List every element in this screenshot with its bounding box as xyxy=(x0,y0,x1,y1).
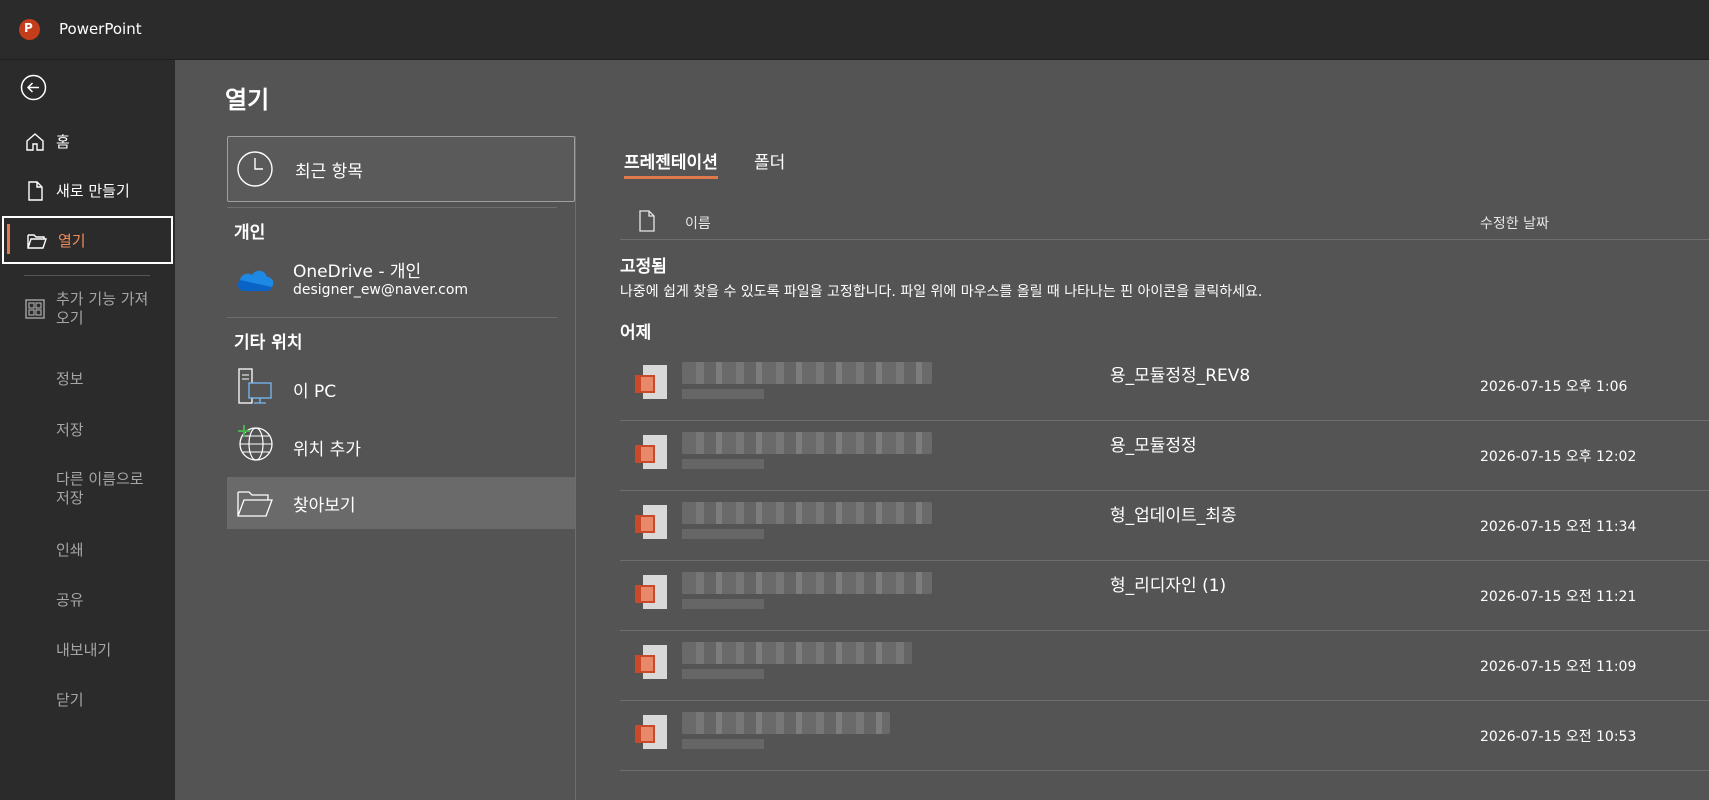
location-add-place[interactable]: 위치 추가 xyxy=(227,419,576,475)
divider xyxy=(227,317,557,318)
file-list-header: 이름 수정한 날짜 xyxy=(620,200,1709,240)
divider xyxy=(227,207,557,208)
blurred-file-location xyxy=(682,599,764,609)
nav-item-save-as[interactable]: 다른 이름으로 저장 xyxy=(56,470,144,508)
location-browse[interactable]: 찾아보기 xyxy=(227,477,576,529)
section-yesterday: 어제 xyxy=(620,323,652,343)
nav-item-share[interactable]: 공유 xyxy=(56,591,84,610)
app-title: PowerPoint xyxy=(59,20,142,38)
file-type-icon xyxy=(638,210,656,236)
onedrive-email: designer_ew@naver.com xyxy=(293,282,469,298)
nav-item-label: 홈 xyxy=(56,132,70,151)
backstage-nav: 홈 새로 만들기 열기 추가 기능 가져 오기 정보 저장 다른 이름으로 저장… xyxy=(0,60,175,800)
pinned-description: 나중에 쉽게 찾을 수 있도록 파일을 고정합니다. 파일 위에 마우스를 올릴… xyxy=(620,284,1263,300)
nav-item-open[interactable]: 열기 xyxy=(2,216,173,264)
nav-item-print[interactable]: 인쇄 xyxy=(56,541,84,560)
nav-separator xyxy=(24,275,150,276)
new-document-icon xyxy=(24,180,46,202)
location-this-pc[interactable]: 이 PC xyxy=(227,361,576,417)
location-label: 위치 추가 xyxy=(293,440,361,460)
nav-item-label: 추가 기능 가져 오기 xyxy=(56,290,149,327)
blurred-file-path xyxy=(682,432,932,454)
file-date: 2026-07-15 오후 1:06 xyxy=(1480,379,1628,395)
column-modified[interactable]: 수정한 날짜 xyxy=(1480,213,1549,233)
file-row[interactable]: 2026-07-15 오전 11:09 xyxy=(620,631,1709,701)
file-name: 형_업데이트_최종 xyxy=(1110,506,1237,526)
file-date: 2026-07-15 오전 11:09 xyxy=(1480,659,1637,675)
blurred-file-location xyxy=(682,389,764,399)
nav-item-save[interactable]: 저장 xyxy=(56,421,84,440)
column-name[interactable]: 이름 xyxy=(685,213,711,233)
home-icon xyxy=(24,131,46,153)
file-date: 2026-07-15 오전 11:34 xyxy=(1480,519,1637,535)
blurred-file-path xyxy=(682,362,932,384)
pptx-file-icon xyxy=(633,433,669,471)
file-date: 2026-07-15 오전 11:21 xyxy=(1480,589,1637,605)
file-row[interactable]: 2026-07-15 오전 10:53 xyxy=(620,701,1709,771)
blurred-file-location xyxy=(682,459,764,469)
back-arrow-icon[interactable] xyxy=(20,74,47,101)
pptx-file-icon xyxy=(633,363,669,401)
title-bar: PowerPoint xyxy=(0,0,1709,60)
onedrive-name: OneDrive - 개인 xyxy=(293,262,422,282)
location-label: 찾아보기 xyxy=(293,496,356,516)
blurred-file-location xyxy=(682,669,764,679)
blurred-file-path xyxy=(682,712,890,734)
clock-icon xyxy=(236,150,274,192)
file-name: 용_모듈정정_REV8 xyxy=(1110,366,1251,386)
file-row[interactable]: 형_리디자인 (1) 2026-07-15 오전 11:21 xyxy=(620,561,1709,631)
tab-presentations[interactable]: 프레젠테이션 xyxy=(624,148,718,179)
globe-add-icon xyxy=(235,423,275,463)
file-row[interactable]: 형_업데이트_최종 2026-07-15 오전 11:34 xyxy=(620,491,1709,561)
pptx-file-icon xyxy=(633,713,669,751)
nav-item-export[interactable]: 내보내기 xyxy=(56,641,111,660)
pptx-file-icon xyxy=(633,643,669,681)
section-pinned: 고정됨 xyxy=(620,257,667,277)
section-other-locations: 기타 위치 xyxy=(234,333,303,353)
section-personal: 개인 xyxy=(234,223,266,243)
computer-icon xyxy=(235,367,275,407)
location-onedrive[interactable]: OneDrive - 개인 designer_ew@naver.com xyxy=(227,251,576,313)
file-row[interactable]: 용_모듈정정_REV8 2026-07-15 오후 1:06 xyxy=(620,351,1709,421)
nav-item-info[interactable]: 정보 xyxy=(56,370,84,389)
file-name: 용_모듈정정 xyxy=(1110,436,1197,456)
page-title: 열기 xyxy=(225,86,270,114)
blurred-file-location xyxy=(682,739,764,749)
add-ins-icon xyxy=(24,298,46,320)
file-name: 형_리디자인 (1) xyxy=(1110,576,1227,596)
panel-divider xyxy=(575,136,576,800)
nav-item-label: 열기 xyxy=(58,231,86,250)
nav-item-close[interactable]: 닫기 xyxy=(56,691,84,710)
location-recent[interactable]: 최근 항목 xyxy=(227,136,575,202)
file-row[interactable]: 용_모듈정정 2026-07-15 오후 12:02 xyxy=(620,421,1709,491)
main-content: 열기 최근 항목 개인 OneDrive - 개인 designer_ew@na… xyxy=(175,60,1709,800)
blurred-file-location xyxy=(682,529,764,539)
row-divider xyxy=(620,770,1709,771)
nav-item-new[interactable]: 새로 만들기 xyxy=(0,168,175,212)
onedrive-cloud-icon xyxy=(235,265,275,305)
folder-open-icon xyxy=(26,230,48,252)
file-date: 2026-07-15 오후 12:02 xyxy=(1480,449,1637,465)
nav-item-home[interactable]: 홈 xyxy=(0,119,175,163)
locations-panel: 최근 항목 개인 OneDrive - 개인 designer_ew@naver… xyxy=(226,136,577,800)
nav-item-add-ins[interactable]: 추가 기능 가져 오기 xyxy=(0,288,175,336)
nav-item-label: 새로 만들기 xyxy=(56,181,130,200)
blurred-file-path xyxy=(682,642,912,664)
location-label: 이 PC xyxy=(293,382,337,402)
blurred-file-path xyxy=(682,502,932,524)
location-label: 최근 항목 xyxy=(295,162,363,182)
pptx-file-icon xyxy=(633,573,669,611)
tab-folders[interactable]: 폴더 xyxy=(754,148,785,173)
powerpoint-logo-icon xyxy=(19,19,40,40)
folder-browse-icon xyxy=(235,483,275,523)
blurred-file-path xyxy=(682,572,932,594)
file-date: 2026-07-15 오전 10:53 xyxy=(1480,729,1637,745)
pptx-file-icon xyxy=(633,503,669,541)
